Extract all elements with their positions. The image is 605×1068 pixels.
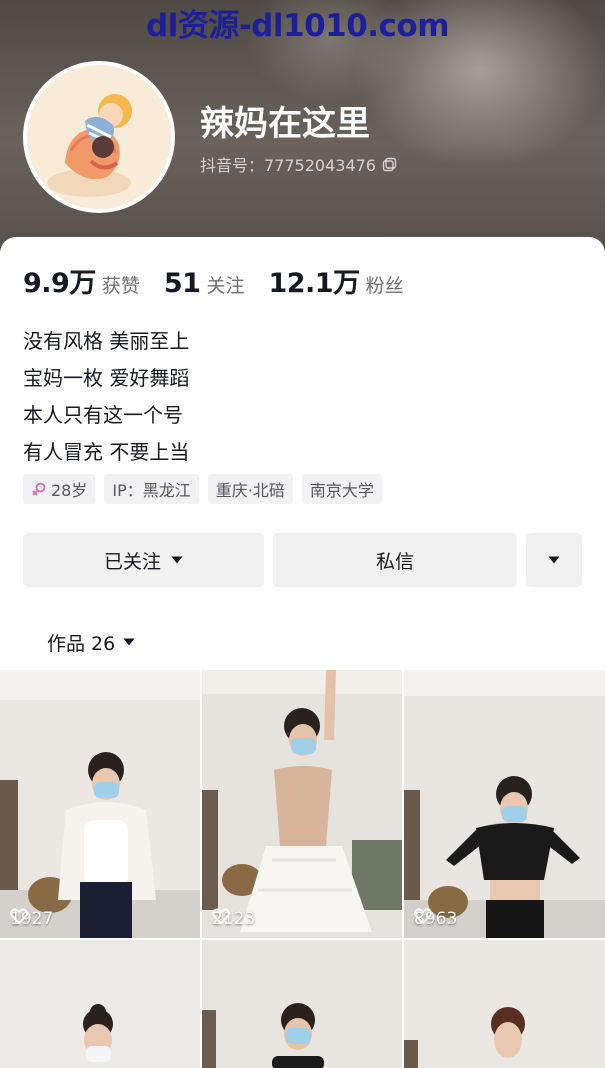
video-likes: 1927: [10, 908, 53, 930]
avatar-illustration-icon: [27, 65, 171, 209]
caret-down-icon: [123, 638, 135, 646]
following-button-label: 已关注: [103, 550, 161, 573]
action-buttons: 已关注 私信: [23, 533, 582, 587]
age-text: 28岁: [51, 481, 88, 500]
video-tile[interactable]: 1927: [0, 670, 200, 938]
video-tile[interactable]: [0, 940, 200, 1068]
tab-works[interactable]: 作品 26: [47, 629, 135, 655]
bio-line: 本人只有这一个号: [23, 403, 183, 427]
ip-text: IP：黑龙江: [112, 481, 191, 500]
douyin-id-row: 抖音号：77752043476: [200, 152, 397, 176]
works-tab-label: 作品 26: [47, 632, 116, 655]
video-thumbnail: [404, 940, 605, 1068]
heart-icon: [212, 908, 230, 924]
followers-count[interactable]: 12.1万: [268, 261, 360, 300]
profile-tags: 28岁 IP：黑龙江 重庆·北碚 南京大学: [23, 474, 382, 504]
video-tile[interactable]: [202, 940, 402, 1068]
following-button[interactable]: 已关注: [23, 533, 264, 587]
bio: 没有风格 美丽至上 宝妈一枚 爱好舞蹈 本人只有这一个号 有人冒充 不要上当: [23, 323, 583, 471]
message-button-label: 私信: [375, 550, 414, 573]
caret-down-icon: [171, 556, 183, 564]
profile-card: 9.9万 获赞 51 关注 12.1万 粉丝 没有风格 美丽至上 宝妈一枚 爱好…: [0, 237, 605, 1068]
message-button[interactable]: 私信: [273, 533, 517, 587]
watermark-text: dl资源-dl1010.com: [146, 8, 450, 44]
video-thumbnail: [0, 670, 200, 938]
ip-tag: IP：黑龙江: [104, 474, 199, 504]
female-icon: [32, 482, 46, 496]
video-likes: 8963: [414, 908, 457, 930]
caret-down-icon: [548, 556, 560, 564]
location-text: 重庆·北碚: [215, 481, 285, 500]
copy-icon[interactable]: [382, 157, 397, 172]
location-tag[interactable]: 重庆·北碚: [207, 474, 293, 504]
likes-count: 9.9万: [23, 268, 96, 299]
video-tile[interactable]: [404, 940, 605, 1068]
avatar[interactable]: [23, 61, 175, 213]
video-thumbnail: [202, 670, 402, 938]
school-tag[interactable]: 南京大学: [301, 474, 382, 504]
bio-line: 没有风格 美丽至上: [23, 329, 190, 353]
video-tile[interactable]: 2123: [202, 670, 402, 938]
video-thumbnail: [202, 940, 402, 1068]
heart-icon: [10, 908, 28, 924]
video-likes: 2123: [212, 908, 255, 930]
followers-label[interactable]: 粉丝: [366, 271, 404, 298]
nickname: 辣妈在这里: [200, 104, 370, 144]
heart-icon: [414, 908, 432, 924]
bio-line: 宝妈一枚 爱好舞蹈: [23, 366, 190, 390]
following-label[interactable]: 关注: [206, 271, 244, 298]
likes-label: 获赞: [101, 275, 140, 297]
stats-row: 9.9万 获赞 51 关注 12.1万 粉丝: [23, 261, 428, 301]
age-tag: 28岁: [23, 474, 96, 504]
following-count[interactable]: 51: [164, 268, 201, 299]
bio-line: 有人冒充 不要上当: [23, 440, 190, 464]
video-thumbnail: [404, 670, 605, 938]
profile-header: dl资源-dl1010.com 辣妈在这里 抖音号：77752043476: [0, 0, 605, 260]
more-options-button[interactable]: [526, 533, 582, 587]
douyin-id: 抖音号：77752043476: [200, 156, 376, 175]
video-thumbnail: [0, 940, 200, 1068]
video-tile[interactable]: 8963: [404, 670, 605, 938]
school-text: 南京大学: [309, 481, 374, 500]
